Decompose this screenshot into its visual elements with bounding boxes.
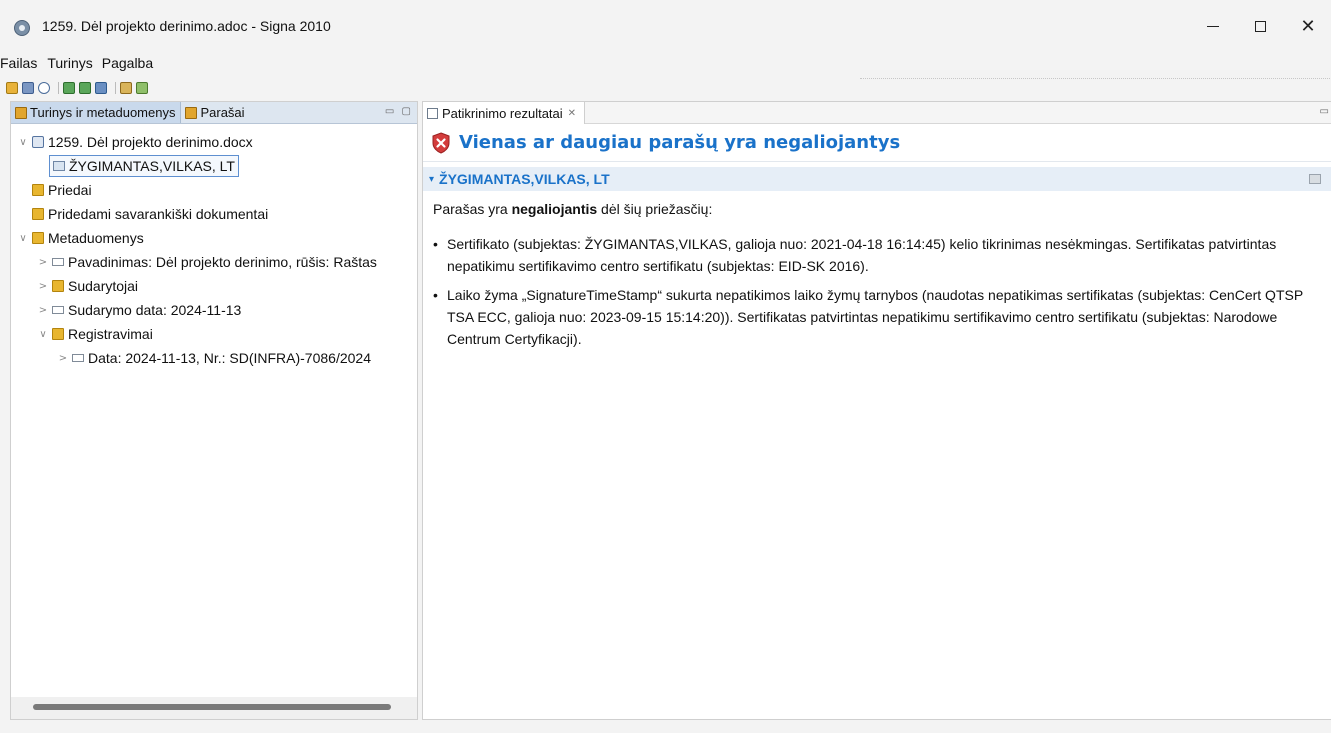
tree-item-label: 1259. Dėl projekto derinimo.docx [48, 134, 253, 150]
folder-icon [32, 232, 44, 244]
open-icon[interactable] [6, 82, 18, 94]
add-attachment-icon[interactable] [95, 82, 107, 94]
view-minimize-icon[interactable]: ▭ [1320, 106, 1329, 117]
tree-item[interactable]: > Pavadinimas: Dėl projekto derinimo, rūš… [11, 250, 417, 274]
content-metadata-view: Turinys ir metaduomenys Parašai ▭ ▢ ∨ 125… [10, 101, 418, 720]
title-bar: 1259. Dėl projekto derinimo.adoc - Signa… [0, 0, 1331, 52]
verification-details: Parašas yra negaliojantis dėl šių prieža… [423, 191, 1331, 350]
horizontal-scrollbar[interactable] [11, 697, 417, 719]
invalid-status-text: negaliojantis [511, 201, 598, 217]
maximize-button[interactable] [1237, 10, 1283, 42]
tree-item-label: Pavadinimas: Dėl projekto derinimo, rūši… [68, 254, 377, 270]
tree-item[interactable]: ŽYGIMANTAS,VILKAS, LT [11, 154, 417, 178]
tree-item[interactable]: > Sudarymo data: 2024-11-13 [11, 298, 417, 322]
toolbar-separator [58, 82, 59, 94]
tree-item-label: Pridedami savarankiški dokumentai [48, 206, 269, 222]
tab-verification-results[interactable]: Patikrinimo rezultatai ✕ [423, 102, 586, 124]
folder-icon [32, 208, 44, 220]
left-view-tabs: Turinys ir metaduomenys Parašai ▭ ▢ [11, 102, 417, 124]
tab-label: Parašai [200, 105, 245, 120]
tree-item-label: Priedai [48, 182, 92, 198]
results-tab-icon [427, 107, 438, 119]
invalid-shield-icon [432, 131, 450, 154]
folder-icon [32, 184, 44, 196]
verify-icon[interactable] [136, 82, 148, 94]
collapse-toggle-icon[interactable]: > [37, 257, 49, 268]
signature-icon [53, 161, 65, 171]
tree-item-label: ŽYGIMANTAS,VILKAS, LT [69, 158, 235, 174]
tree-item[interactable]: Pridedami savarankiški dokumentai [11, 202, 417, 226]
expand-toggle-icon[interactable]: ∨ [17, 137, 29, 148]
list-item: Sertifikato (subjektas: ŽYGIMANTAS,VILKA… [433, 233, 1313, 277]
metadata-icon [52, 258, 64, 266]
menu-turinys[interactable]: Turinys [47, 55, 99, 71]
tree-item-label: Sudarymo data: 2024-11-13 [68, 302, 242, 318]
content-tree: ∨ 1259. Dėl projekto derinimo.docx ŽYGIMAN… [11, 124, 417, 370]
maximize-icon [1254, 20, 1266, 32]
expand-toggle-icon[interactable]: ∨ [37, 329, 49, 340]
certificate-details-icon[interactable] [1309, 174, 1321, 184]
signature-section-title: ŽYGIMANTAS,VILKAS, LT [439, 171, 610, 187]
signatures-icon [185, 106, 198, 119]
collapse-toggle-icon[interactable]: > [37, 281, 49, 292]
result-title: Vienas ar daugiau parašų yra negaliojant… [459, 132, 901, 153]
menu-bar: Failas Turinys Pagalba [0, 52, 1331, 74]
invalid-intro-text: Parašas yra negaliojantis dėl šių prieža… [433, 201, 1331, 225]
right-view-tabs: Patikrinimo rezultatai ✕ ▭ [423, 102, 1331, 124]
tab-signatures[interactable]: Parašai [181, 102, 249, 123]
intro-prefix: Parašas yra [433, 201, 512, 217]
window-title: 1259. Dėl projekto derinimo.adoc - Signa… [42, 18, 331, 34]
list-item: Laiko žyma „SignatureTimeStamp“ sukurta … [433, 284, 1313, 350]
scrollbar-thumb[interactable] [33, 704, 391, 710]
minimize-icon [1207, 25, 1219, 27]
save-icon[interactable] [22, 82, 34, 94]
toolbar [0, 78, 1331, 98]
tree-item-label: Data: 2024-11-13, Nr.: SD(INFRA)-7086/20… [88, 350, 371, 366]
result-header: Vienas ar daugiau parašų yra negaliojant… [423, 124, 1331, 162]
tab-label: Patikrinimo rezultatai [442, 105, 563, 121]
intro-suffix: dėl šių priežasčių: [597, 201, 713, 217]
tree-item[interactable]: > Sudarytojai [11, 274, 417, 298]
status-bar [0, 722, 1331, 733]
signa-app-icon [14, 20, 30, 36]
metadata-icon [72, 354, 84, 362]
folder-icon [52, 328, 64, 340]
minimize-button[interactable] [1190, 10, 1236, 42]
tab-label: Turinys ir metaduomenys [30, 105, 176, 120]
tree-item[interactable]: ∨ Metaduomenys [11, 226, 417, 250]
menu-pagalba[interactable]: Pagalba [102, 55, 160, 71]
close-button[interactable]: ✕ [1285, 10, 1331, 42]
chevron-down-icon: ▾ [429, 173, 435, 185]
tree-item[interactable]: > Data: 2024-11-13, Nr.: SD(INFRA)-7086/2… [11, 346, 417, 370]
signature-section-header[interactable]: ▾ ŽYGIMANTAS,VILKAS, LT [423, 167, 1331, 191]
verification-results-view: Patikrinimo rezultatai ✕ ▭ Vienas ar dau… [422, 101, 1331, 720]
tree-item-label: Metaduomenys [48, 230, 144, 246]
tree-item-label: Registravimai [68, 326, 153, 342]
menu-failas[interactable]: Failas [0, 55, 44, 71]
sign-icon[interactable] [120, 82, 132, 94]
tree-item[interactable]: ∨ Registravimai [11, 322, 417, 346]
tree-item[interactable]: ∨ 1259. Dėl projekto derinimo.docx [11, 130, 417, 154]
tab-content-metadata[interactable]: Turinys ir metaduomenys [11, 102, 182, 123]
toolbar-overflow-area [860, 78, 1330, 98]
toolbar-separator [115, 82, 116, 94]
at-icon[interactable] [38, 82, 50, 94]
reasons-list: Sertifikato (subjektas: ŽYGIMANTAS,VILKA… [433, 233, 1331, 350]
view-minimize-maximize-icons[interactable]: ▭ ▢ [385, 106, 413, 117]
content-tree-icon [15, 106, 27, 119]
tree-item[interactable]: Priedai [11, 178, 417, 202]
expand-toggle-icon[interactable]: ∨ [17, 233, 29, 244]
add-signature-icon[interactable] [63, 82, 75, 94]
metadata-icon [52, 306, 64, 314]
folder-icon [52, 280, 64, 292]
collapse-toggle-icon[interactable]: > [57, 353, 69, 364]
collapse-toggle-icon[interactable]: > [37, 305, 49, 316]
close-tab-icon[interactable]: ✕ [568, 108, 576, 119]
document-icon [32, 136, 44, 148]
tree-item-label: Sudarytojai [68, 278, 139, 294]
add-doc-icon[interactable] [79, 82, 91, 94]
